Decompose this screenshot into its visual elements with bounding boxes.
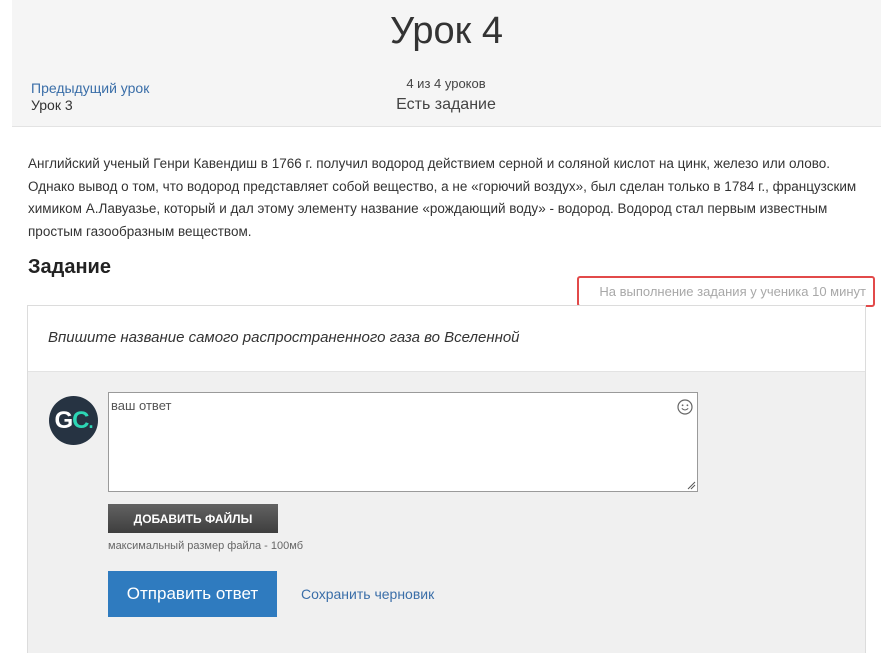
avatar-dot: . bbox=[88, 412, 94, 432]
task-question: Впишите название самого распространенног… bbox=[48, 329, 520, 346]
lesson-header: Урок 4 Предыдущий урок Урок 3 4 из 4 уро… bbox=[12, 0, 881, 127]
avatar-letter-c: C bbox=[72, 407, 89, 434]
save-draft-link[interactable]: Сохранить черновик bbox=[301, 586, 434, 602]
answer-box bbox=[108, 392, 698, 492]
resize-handle-icon[interactable] bbox=[686, 480, 696, 490]
lesson-intro-text: Английский ученый Генри Кавендиш в 1766 … bbox=[28, 156, 857, 239]
task-heading: Задание bbox=[28, 256, 111, 278]
smiley-icon[interactable] bbox=[677, 399, 693, 415]
file-size-note: максимальный размер файла - 100мб bbox=[108, 540, 303, 552]
add-files-button[interactable]: ДОБАВИТЬ ФАЙЛЫ bbox=[108, 504, 278, 533]
avatar-letter-g: G bbox=[54, 407, 73, 434]
previous-lesson-name: Урок 3 bbox=[31, 97, 73, 113]
task-time-note: На выполнение задания у ученика 10 минут bbox=[577, 276, 875, 307]
submit-answer-button[interactable]: Отправить ответ bbox=[108, 571, 277, 617]
previous-lesson-link[interactable]: Предыдущий урок bbox=[31, 80, 149, 96]
lesson-status: Есть задание bbox=[396, 96, 496, 113]
avatar: GC. bbox=[49, 396, 98, 445]
lesson-count: 4 из 4 уроков bbox=[406, 76, 486, 91]
page-title: Урок 4 bbox=[389, 10, 504, 52]
answer-input[interactable] bbox=[109, 393, 697, 491]
answer-area: GC. ДОБАВИТЬ ФАЙЛЫ максимальный размер ф… bbox=[28, 371, 865, 653]
task-panel: Впишите название самого распространенног… bbox=[27, 305, 866, 653]
